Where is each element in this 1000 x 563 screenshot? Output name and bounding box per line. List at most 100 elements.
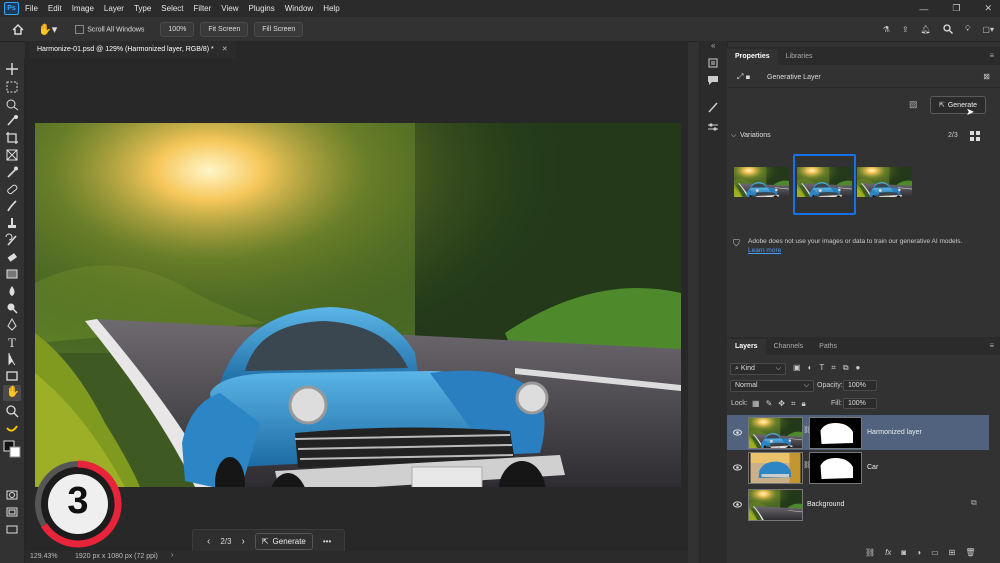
menu-layer[interactable]: Layer [104, 4, 124, 13]
blur-tool-icon[interactable] [5, 284, 19, 298]
menu-view[interactable]: View [221, 4, 238, 13]
frame-tool-icon[interactable] [5, 148, 19, 162]
collapse-icon[interactable]: « [711, 41, 715, 50]
hand-tool-preset-icon[interactable]: ✋▾ [38, 23, 57, 36]
workspace-icon[interactable]: ▢▾ [982, 25, 994, 34]
color-swatches-icon[interactable] [3, 438, 21, 460]
rectangle-tool-icon[interactable] [5, 369, 19, 383]
variation-thumbnail-1[interactable] [734, 167, 789, 197]
add-mask-icon[interactable]: ◙ [901, 548, 906, 557]
more-tools-icon[interactable] [5, 522, 19, 536]
edit-toolbar-icon[interactable] [5, 421, 19, 435]
link-layers-icon[interactable]: ⛓ [865, 548, 875, 557]
previous-variation-icon[interactable]: ‹ [207, 536, 210, 547]
canvas-image[interactable] [35, 123, 681, 487]
document-tab[interactable]: Harmonize-01.psd @ 129% (Harmonized laye… [29, 41, 236, 58]
screen-mode-icon[interactable] [5, 505, 19, 519]
gradient-tool-icon[interactable] [5, 267, 19, 281]
variations-chevron-icon[interactable]: ⌵ [731, 132, 736, 140]
opacity-field[interactable]: 100% [843, 380, 877, 391]
menu-help[interactable]: Help [323, 4, 339, 13]
pen-tool-icon[interactable] [5, 318, 19, 332]
search-icon[interactable] [943, 24, 953, 34]
share-icon[interactable]: ⇪ [902, 25, 909, 34]
visibility-eye-icon[interactable] [733, 463, 742, 472]
menu-file[interactable]: File [25, 4, 38, 13]
filter-toggle-icon[interactable]: ● [856, 363, 861, 373]
reset-icon[interactable]: ⊠ [983, 72, 990, 81]
menu-type[interactable]: Type [134, 4, 151, 13]
spot-healing-tool-icon[interactable] [5, 182, 19, 196]
delete-layer-icon[interactable]: 🗑︎ [965, 548, 975, 557]
brush-tool-icon[interactable] [5, 199, 19, 213]
learn-more-link[interactable]: Learn more [748, 247, 781, 254]
menu-window[interactable]: Window [285, 4, 313, 13]
visibility-eye-icon[interactable] [733, 428, 742, 437]
dodge-tool-icon[interactable] [5, 301, 19, 315]
variation-thumbnail-3[interactable] [857, 167, 912, 197]
layer-style-icon[interactable]: fx [885, 548, 891, 557]
tab-channels[interactable]: Channels [766, 339, 812, 355]
photoshop-logo-icon[interactable]: Ps [4, 2, 19, 15]
hand-tool-active[interactable]: ✋ [3, 385, 21, 401]
tab-layers[interactable]: Layers [727, 339, 766, 355]
quick-mask-icon[interactable] [5, 488, 19, 502]
lock-all-icon[interactable]: 🔒︎ [801, 399, 805, 409]
fill-field[interactable]: 100% [843, 398, 877, 409]
zoom-tool-icon[interactable] [5, 404, 19, 418]
history-icon[interactable] [707, 57, 719, 69]
tab-libraries[interactable]: Libraries [778, 49, 821, 65]
eyedropper-tool-icon[interactable] [5, 165, 19, 179]
lock-image-icon[interactable]: ✎ [766, 399, 773, 409]
new-group-icon[interactable]: ▭ [931, 548, 939, 557]
lock-artboard-icon[interactable]: ⌗ [791, 399, 796, 409]
layer-row-background[interactable]: Background ⧉ [727, 487, 989, 522]
pixel-filter-icon[interactable]: ▣ [793, 363, 801, 373]
new-layer-icon[interactable]: ⊞ [949, 548, 956, 557]
menu-edit[interactable]: Edit [48, 4, 62, 13]
lock-position-icon[interactable]: ✥ [778, 399, 785, 409]
path-selection-tool-icon[interactable] [5, 352, 19, 366]
type-tool-icon[interactable]: T [5, 335, 19, 349]
close-icon[interactable]: ✕ [984, 3, 992, 14]
history-brush-tool-icon[interactable] [5, 233, 19, 247]
zoom-100-button[interactable]: 100% [160, 21, 195, 37]
brush-settings-icon[interactable] [707, 101, 719, 113]
zoom-level[interactable]: 129.43% [30, 553, 58, 560]
panel-menu-icon[interactable]: ≡ [989, 51, 994, 60]
home-icon[interactable] [12, 23, 24, 35]
type-filter-icon[interactable]: T [819, 363, 824, 373]
layer-row-car[interactable]: ⛓ Car [727, 450, 989, 485]
eraser-tool-icon[interactable] [5, 250, 19, 264]
generate-button[interactable]: ⇱ Generate [930, 96, 986, 114]
scroll-all-windows-checkbox[interactable]: Scroll All Windows [75, 24, 144, 34]
filter-kind-dropdown[interactable]: ⌕ Kind ⌵ [730, 363, 786, 375]
next-variation-icon[interactable]: › [241, 536, 244, 547]
fill-screen-button[interactable]: Fill Screen [254, 21, 304, 37]
move-tool-icon[interactable] [5, 62, 19, 76]
grid-view-icon[interactable] [970, 131, 980, 141]
more-options-icon[interactable]: ••• [323, 537, 331, 546]
marquee-tool-icon[interactable] [5, 80, 19, 94]
notifications-bell-icon[interactable]: 🔔︎ [921, 25, 931, 34]
minimize-icon[interactable]: — [919, 4, 928, 14]
variation-thumbnail-2-selected[interactable] [793, 154, 856, 215]
adjustments-icon[interactable] [707, 121, 719, 133]
fit-screen-button[interactable]: Fit Screen [200, 21, 249, 37]
labs-flask-icon[interactable]: ⚗ [883, 25, 890, 34]
tab-paths[interactable]: Paths [811, 339, 845, 355]
comments-icon[interactable] [707, 74, 719, 86]
menu-plugins[interactable]: Plugins [249, 4, 275, 13]
smart-object-filter-icon[interactable]: ⧉ [843, 363, 849, 373]
checkbox-icon[interactable] [75, 24, 85, 34]
menu-select[interactable]: Select [161, 4, 183, 13]
taskbar-generate-button[interactable]: ⇱ Generate [254, 532, 313, 550]
restore-icon[interactable]: ❐ [952, 3, 960, 14]
layers-panel-menu-icon[interactable]: ≡ [989, 341, 994, 350]
tab-properties[interactable]: Properties [727, 49, 778, 65]
blend-mode-dropdown[interactable]: Normal ⌵ [730, 380, 814, 392]
menu-image[interactable]: Image [72, 4, 94, 13]
adjustment-layer-icon[interactable]: ◑ [916, 548, 921, 557]
status-menu-icon[interactable]: › [171, 552, 173, 559]
close-tab-icon[interactable]: ✕ [222, 46, 228, 53]
